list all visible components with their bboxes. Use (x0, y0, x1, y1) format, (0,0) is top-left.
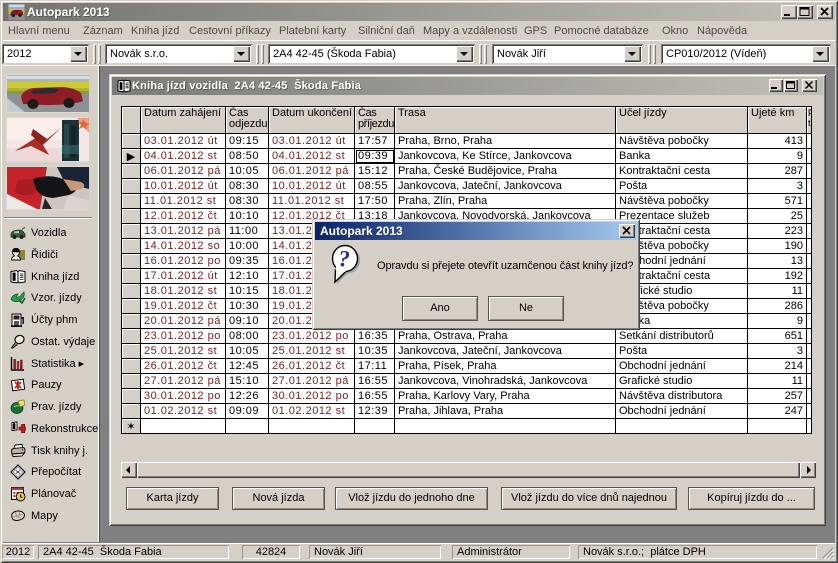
svg-text:?: ? (339, 247, 351, 272)
